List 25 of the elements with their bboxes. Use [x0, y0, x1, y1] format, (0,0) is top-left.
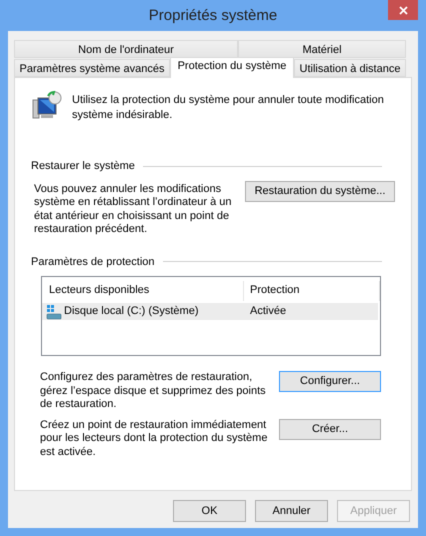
system-restore-button[interactable]: Restauration du système...	[245, 180, 395, 202]
drive-row[interactable]: Disque local (C:) (Système) Activée	[42, 303, 378, 320]
drive-icon	[46, 304, 62, 320]
close-icon	[398, 6, 408, 14]
tab[interactable]: Protection du système	[170, 57, 294, 78]
table-cell-text: Activée	[249, 304, 286, 320]
action-button[interactable]: Configurer...	[279, 371, 381, 392]
tab[interactable]: Matériel	[238, 40, 406, 58]
column-header[interactable]: Lecteurs disponibles	[42, 281, 244, 301]
section-heading: Paramètres de protection	[31, 254, 155, 270]
table-cell-text: Disque local (C:) (Système)	[64, 304, 198, 320]
dialog-button[interactable]: Annuler	[255, 500, 328, 522]
action-button[interactable]: Créer...	[279, 418, 381, 440]
dialog-button[interactable]: OK	[173, 500, 246, 522]
column-header[interactable]: Protection	[244, 281, 380, 301]
section-heading: Restaurer le système	[31, 159, 135, 174]
action-description: Configurez des paramètres de restauration, gérez l’espace disque et supprimez des points de restauration.	[40, 371, 267, 412]
tab[interactable]: Paramètres système avancés	[14, 59, 170, 77]
close-button[interactable]	[388, 0, 418, 20]
restore-description: Vous pouvez annuler les modifications système en rétablissant l’ordinateur à un état antérieur en choisissant un point de restauration précédent.	[34, 182, 232, 236]
tab[interactable]: Nom de l'ordinateur	[14, 40, 238, 58]
intro-text: Utilisez la protection du système pour annuler toute modification système indésirable.	[72, 93, 385, 123]
action-description: Créez un point de restauration immédiatement pour les lecteurs dont la protection du système est activée.	[40, 418, 268, 459]
tab[interactable]: Utilisation à distance	[294, 59, 406, 77]
window-title: Propriétés système	[148, 6, 278, 26]
